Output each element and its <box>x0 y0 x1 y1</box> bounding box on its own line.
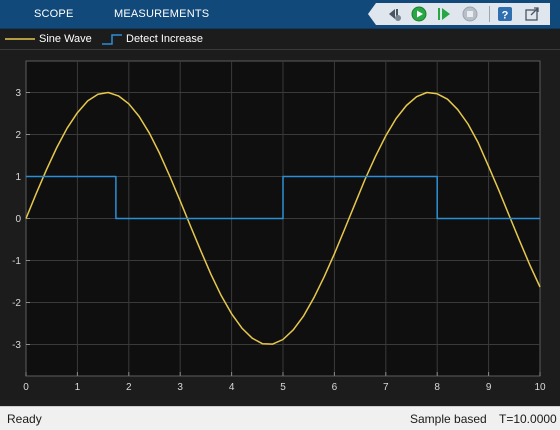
x-tick-label: 6 <box>332 382 338 393</box>
x-tick-label: 9 <box>486 382 492 393</box>
status-sample-mode: Sample based <box>410 412 487 426</box>
legend-label-sine-wave: Sine Wave <box>39 33 92 45</box>
y-tick-label: 3 <box>15 88 21 99</box>
svg-text:?: ? <box>502 10 509 22</box>
undock-icon[interactable] <box>522 4 542 24</box>
legend: Sine Wave Detect Increase <box>0 29 560 50</box>
x-tick-label: 7 <box>383 382 389 393</box>
scope-chart[interactable]: 0 1 2 3 4 5 6 7 8 9 103210-1-2-3 <box>0 50 560 405</box>
toolstrip: SCOPE MEASUREMENTS ? <box>0 0 560 29</box>
y-tick-label: -3 <box>12 340 21 351</box>
run-icon[interactable] <box>409 4 429 24</box>
x-tick-label: 10 <box>534 382 546 393</box>
y-tick-label: -2 <box>12 298 21 309</box>
status-bar: Ready Sample based T=10.0000 <box>0 406 560 430</box>
x-tick-label: 3 <box>177 382 183 393</box>
x-tick-label: 1 <box>75 382 81 393</box>
y-tick-label: 2 <box>15 130 21 141</box>
x-tick-label: 4 <box>229 382 235 393</box>
x-tick-label: 0 <box>23 382 29 393</box>
x-tick-label: 5 <box>280 382 286 393</box>
status-ready: Ready <box>7 412 42 426</box>
y-tick-label: -1 <box>12 256 21 267</box>
x-tick-label: 2 <box>126 382 132 393</box>
y-tick-label: 0 <box>15 214 21 225</box>
y-tick-label: 1 <box>15 172 21 183</box>
step-forward-icon[interactable] <box>434 4 454 24</box>
x-tick-label: 8 <box>434 382 440 393</box>
legend-swatch-detect-increase <box>102 34 122 45</box>
status-time: T=10.0000 <box>499 412 557 426</box>
plot-area: 0 1 2 3 4 5 6 7 8 9 10 3 2 1 0 -1 -2 -3 <box>0 50 560 405</box>
step-back-icon[interactable] <box>384 4 404 24</box>
tab-measurements[interactable]: MEASUREMENTS <box>114 0 209 28</box>
quick-access-separator <box>489 6 490 22</box>
legend-label-detect-increase: Detect Increase <box>126 33 204 45</box>
tab-scope[interactable]: SCOPE <box>34 0 74 28</box>
legend-swatch-sine-wave <box>5 38 35 40</box>
stop-icon[interactable] <box>460 4 480 24</box>
legend-item-detect-increase[interactable]: Detect Increase <box>102 29 203 49</box>
help-icon[interactable]: ? <box>495 4 515 24</box>
legend-item-sine-wave[interactable]: Sine Wave <box>5 29 92 49</box>
